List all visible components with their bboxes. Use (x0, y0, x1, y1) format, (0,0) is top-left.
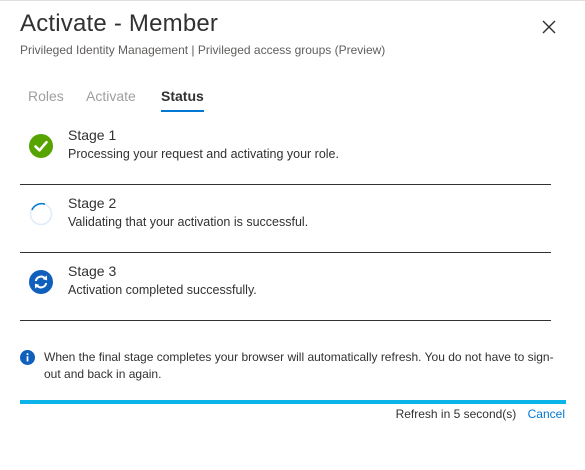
panel-subtitle: Privileged Identity Management | Privile… (20, 43, 386, 57)
footer-actions: Refresh in 5 second(s) Cancel (396, 407, 565, 421)
tab-status[interactable]: Status (161, 88, 204, 112)
cancel-link[interactable]: Cancel (528, 407, 565, 421)
progress-fill (20, 400, 566, 404)
spinner-icon (29, 202, 53, 226)
active-tab-indicator (161, 110, 204, 112)
info-text: When the final stage completes your brow… (44, 350, 554, 381)
panel-title: Activate - Member (20, 10, 219, 37)
refresh-progress-bar (20, 400, 566, 404)
tab-status-label: Status (161, 88, 204, 104)
stage-description: Validating that your activation is succe… (68, 215, 309, 229)
activate-member-panel: Activate - Member Privileged Identity Ma… (0, 0, 585, 470)
stage-list: Stage 1 Processing your request and acti… (20, 117, 551, 321)
close-button[interactable] (539, 17, 559, 37)
refresh-circle-icon (29, 270, 53, 294)
stage-title: Stage 2 (68, 195, 117, 211)
stage-item-2: Stage 2 Validating that your activation … (20, 185, 551, 253)
tab-activate[interactable]: Activate (86, 88, 136, 104)
stage-item-3: Stage 3 Activation completed successfull… (20, 253, 551, 321)
stage-title: Stage 1 (68, 127, 117, 143)
info-icon (20, 350, 35, 365)
stage-description: Activation completed successfully. (68, 283, 257, 297)
check-circle-icon (29, 134, 53, 158)
stage-title: Stage 3 (68, 263, 117, 279)
stage-item-1: Stage 1 Processing your request and acti… (20, 117, 551, 185)
close-icon (542, 20, 556, 34)
stage-description: Processing your request and activating y… (68, 147, 339, 161)
refresh-countdown: Refresh in 5 second(s) (395, 407, 517, 421)
tab-roles[interactable]: Roles (28, 88, 64, 104)
